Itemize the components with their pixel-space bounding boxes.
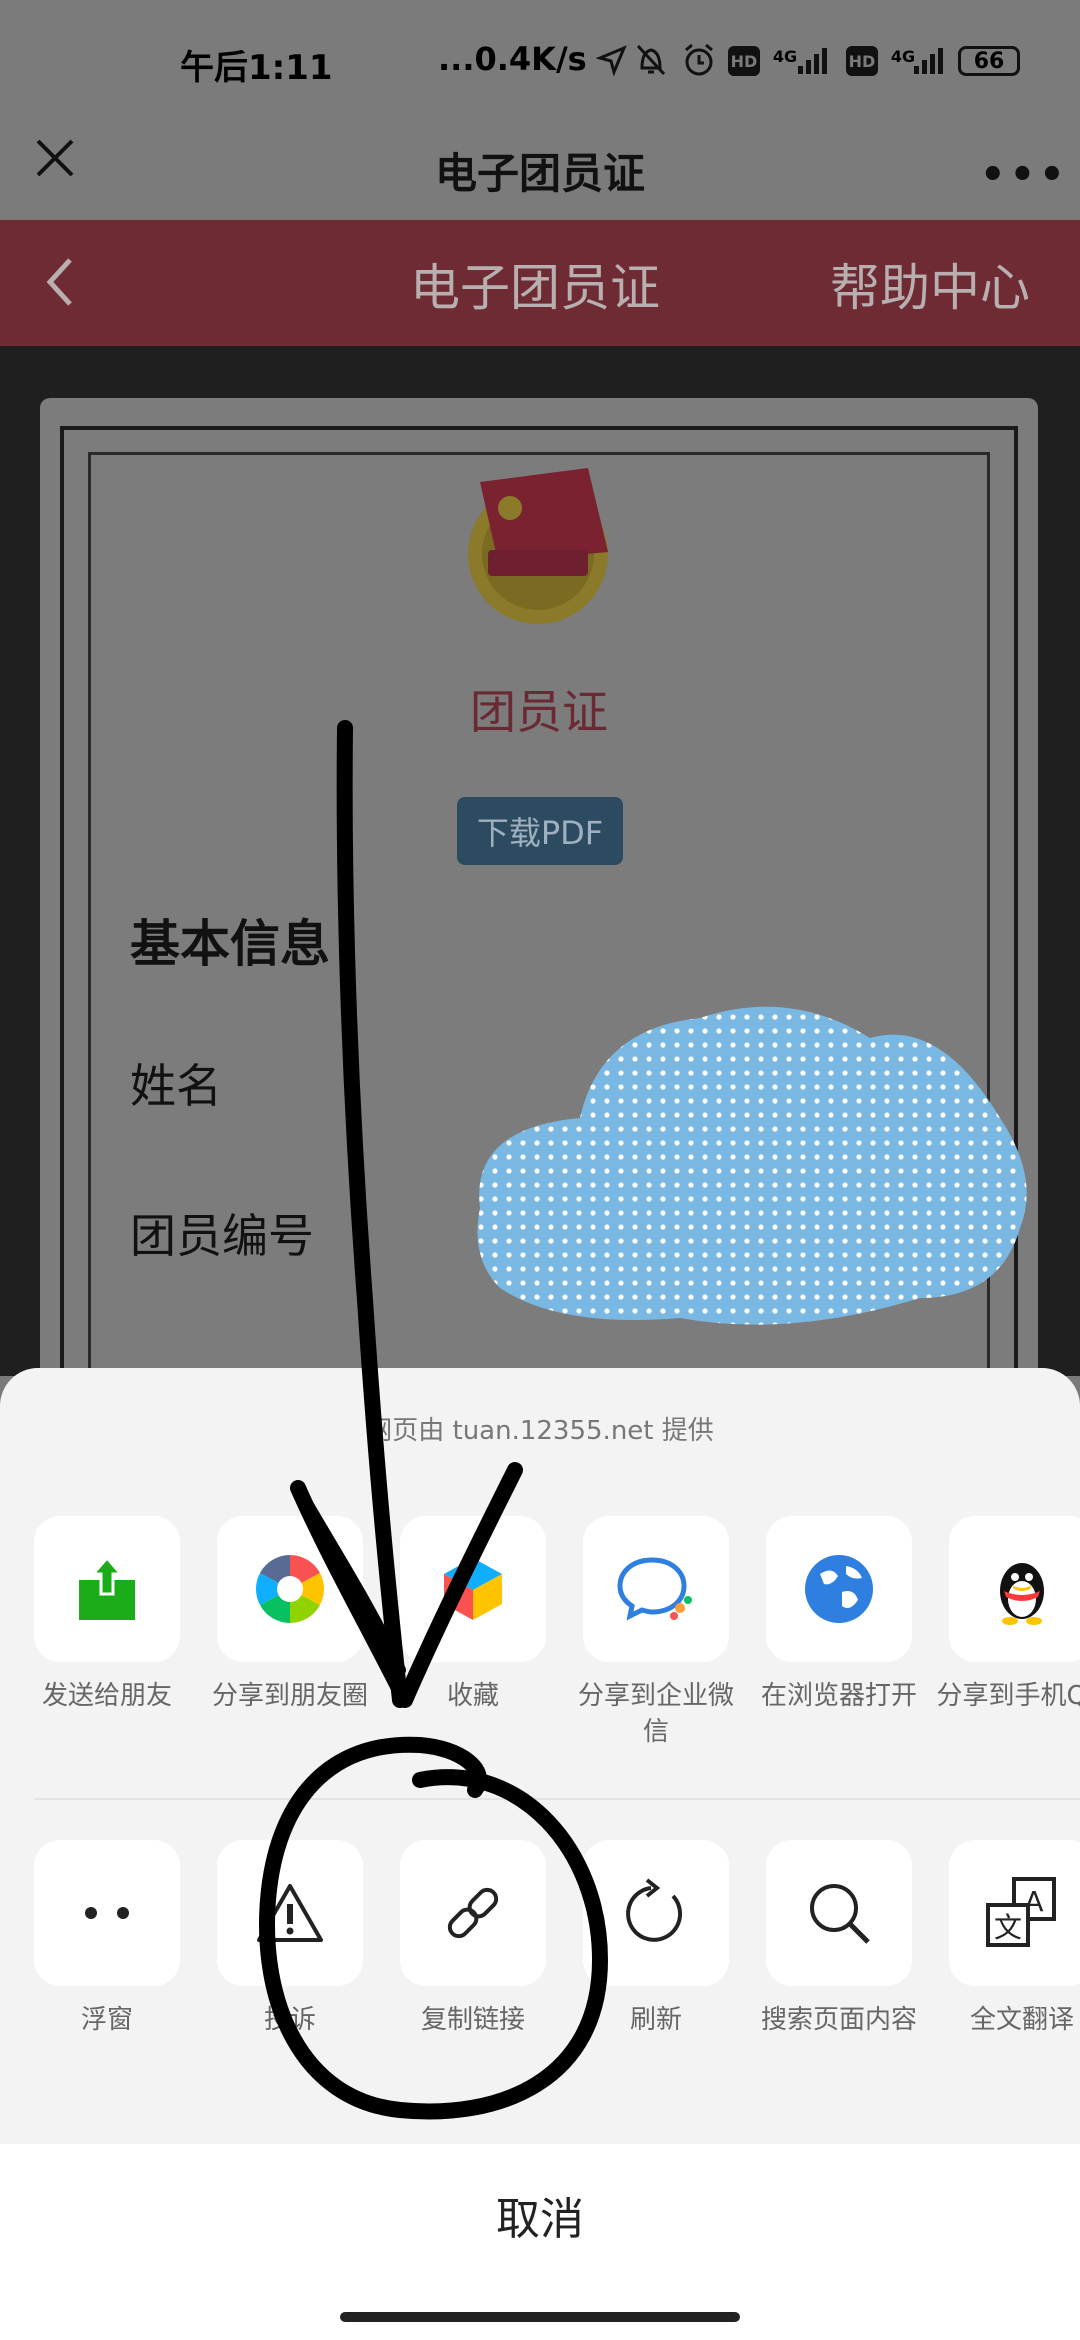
item-label: 分享到朋友圈 <box>211 1681 368 1711</box>
item-label: 发送给朋友 <box>41 1681 172 1711</box>
sheet-divider <box>34 1798 1080 1800</box>
signal-bars-icon-2 <box>914 48 943 74</box>
float-window-icon <box>34 1840 180 1986</box>
page-title: 电子团员证 <box>434 149 645 198</box>
location-icon <box>596 45 627 76</box>
name-label: 姓名 <box>130 1059 222 1113</box>
refresh-icon <box>583 1840 729 1986</box>
send-to-friend-button[interactable]: 发送给朋友 <box>34 1516 184 1714</box>
redaction-cloud-sticker <box>477 1006 1027 1325</box>
back-chevron-icon[interactable] <box>40 252 80 312</box>
favorite-icon <box>400 1516 546 1662</box>
cancel-button[interactable]: 取消 <box>0 2180 1080 2260</box>
send-to-friend-icon <box>34 1516 180 1662</box>
item-label: 复制链接 <box>420 2005 525 2035</box>
copy-link-button[interactable]: 复制链接 <box>400 1840 550 2038</box>
translate-icon: A文 <box>949 1840 1080 1986</box>
item-label: 分享到企业微信 <box>577 1681 734 1747</box>
signal-bars-icon-1 <box>798 48 827 74</box>
hd-badge-2: HD <box>846 46 878 76</box>
download-pdf-button[interactable]: 下载PDF <box>457 797 623 865</box>
item-label: 搜索页面内容 <box>760 2005 917 2035</box>
qq-icon <box>949 1516 1080 1662</box>
browser-icon <box>766 1516 912 1662</box>
search-page-button[interactable]: 搜索页面内容 <box>761 1840 917 2038</box>
help-center-link[interactable]: 帮助中心 <box>830 248 1030 320</box>
search-icon <box>766 1840 912 1986</box>
mute-bell-icon <box>636 44 666 76</box>
favorite-button[interactable]: 收藏 <box>400 1516 550 1714</box>
refresh-button[interactable]: 刷新 <box>583 1840 733 2038</box>
open-in-browser-button[interactable]: 在浏览器打开 <box>761 1516 917 1714</box>
item-label: 刷新 <box>629 2005 682 2035</box>
section-title: 基本信息 <box>130 915 330 973</box>
item-label: 投诉 <box>263 2005 316 2035</box>
league-emblem-icon <box>468 468 608 624</box>
network-speed: ...0.4K/s <box>438 40 587 78</box>
item-label: 全文翻译 <box>969 2005 1074 2035</box>
link-icon <box>400 1840 546 1986</box>
moments-icon <box>217 1516 363 1662</box>
item-label: 浮窗 <box>80 2005 133 2035</box>
hd-badge-1: HD <box>728 46 760 76</box>
svg-text:文: 文 <box>994 1911 1022 1944</box>
provider-text: 网页由 tuan.12355.net 提供 <box>366 1416 714 1446</box>
complaint-button[interactable]: 投诉 <box>217 1840 367 2038</box>
certificate-title: 团员证 <box>470 685 608 739</box>
item-label: 收藏 <box>446 1681 499 1711</box>
item-label: 分享到手机QQ <box>936 1681 1080 1711</box>
share-moments-button[interactable]: 分享到朋友圈 <box>212 1516 368 1714</box>
share-wecom-button[interactable]: 分享到企业微信 <box>578 1516 734 1750</box>
member-id-label: 团员编号 <box>130 1209 314 1263</box>
wecom-icon <box>583 1516 729 1662</box>
battery-indicator: 66 <box>958 46 1020 76</box>
translate-button[interactable]: A文 全文翻译 <box>949 1840 1080 2038</box>
more-menu-icon[interactable]: ••• <box>980 152 1069 198</box>
float-window-button[interactable]: 浮窗 <box>34 1840 184 2038</box>
complaint-icon <box>217 1840 363 1986</box>
share-qq-button[interactable]: 分享到手机QQ <box>937 1516 1080 1714</box>
home-indicator[interactable] <box>340 2312 740 2322</box>
site-header-title: 电子团员证 <box>410 259 660 317</box>
item-label: 在浏览器打开 <box>760 1681 917 1711</box>
status-time: 午后1:11 <box>180 48 333 88</box>
alarm-icon <box>685 43 713 76</box>
